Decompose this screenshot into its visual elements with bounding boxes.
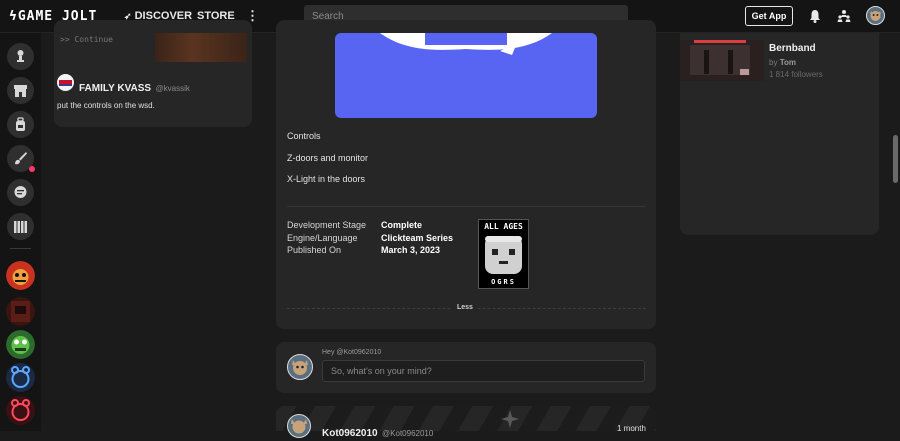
post-author-avatar[interactable] (287, 414, 311, 438)
post-timestamp: 1 month (617, 424, 646, 433)
label-published: Published On (287, 245, 342, 255)
composer-hint: Hey @Kot0962010 (322, 349, 382, 356)
description-line-3: X-Light in the doors (287, 174, 366, 184)
backpack-icon (16, 117, 25, 131)
recommended-game-thumbnail[interactable] (680, 40, 764, 81)
comment-text: put the controls on the wsd. (57, 101, 155, 110)
sidebar-divider (10, 248, 31, 249)
notification-dot (29, 166, 35, 172)
rating-face-icon (485, 236, 522, 274)
description-line-1: Controls (287, 131, 321, 141)
screenshot-thumbnail[interactable] (155, 33, 247, 62)
post-author-header: Kot0962010 @Kot0962010 (322, 423, 433, 441)
get-app-button[interactable]: Get App (745, 6, 793, 26)
composer-avatar[interactable] (287, 354, 313, 380)
community-avatar-2[interactable] (6, 297, 35, 326)
sidebar-item-backpack[interactable] (7, 111, 34, 138)
code-snippet: >> Continue (60, 35, 113, 44)
community-avatar-1[interactable] (6, 261, 35, 290)
commenter-handle[interactable]: @kvassik (156, 84, 190, 93)
sidebar-item-library[interactable] (7, 213, 34, 240)
scrollbar-thumb[interactable] (893, 135, 898, 183)
community-avatar-4[interactable] (6, 363, 35, 392)
sidebar-item-store[interactable] (7, 77, 34, 104)
community-avatar-3[interactable] (6, 330, 35, 359)
bell-icon[interactable] (807, 8, 823, 24)
left-sidebar (0, 33, 41, 431)
commenter-avatar[interactable] (57, 74, 74, 91)
composer-input[interactable] (322, 360, 645, 382)
chat-icon (14, 186, 27, 198)
recommended-game-followers: 1 814 followers (769, 70, 823, 79)
person-icon (17, 50, 24, 62)
post-author-name[interactable]: Kot0962010 (322, 428, 378, 439)
label-engine: Engine/Language (287, 233, 358, 243)
friends-icon[interactable] (836, 8, 852, 24)
scrollbar-track[interactable] (892, 33, 900, 431)
commenter-header: FAMILY KVASS @kvassik (79, 78, 190, 96)
recommended-game-byline: by Tom (769, 58, 796, 67)
label-development-stage: Development Stage (287, 220, 367, 230)
sidebar-item-chat[interactable] (7, 179, 34, 206)
brush-icon (15, 152, 27, 165)
discord-banner[interactable] (335, 33, 597, 118)
sidebar-item-home[interactable] (7, 43, 34, 70)
value-engine[interactable]: Clickteam Series (381, 233, 453, 243)
less-toggle[interactable]: Less (452, 304, 478, 311)
value-published: March 3, 2023 (381, 245, 441, 255)
recommended-game-author[interactable]: Tom (780, 58, 796, 67)
library-icon (14, 221, 27, 233)
post-author-handle[interactable]: @Kot0962010 (382, 429, 433, 438)
rating-system-label: OGRS (491, 278, 516, 286)
community-avatar-5[interactable] (6, 396, 35, 425)
ogrs-rating-badge[interactable]: ALL AGES OGRS (478, 219, 529, 289)
ad-placeholder (680, 81, 879, 235)
value-development-stage: Complete (381, 220, 423, 230)
lightning-icon: ϟ (9, 9, 18, 24)
rating-label: ALL AGES (484, 222, 523, 231)
user-avatar[interactable] (866, 6, 885, 25)
info-divider (287, 206, 646, 207)
recommended-game-title[interactable]: Bernband (769, 43, 816, 54)
commenter-name[interactable]: FAMILY KVASS (79, 83, 151, 94)
sparkle-icon (501, 410, 519, 428)
description-line-2: Z-doors and monitor (287, 153, 369, 163)
store-icon (14, 85, 27, 97)
